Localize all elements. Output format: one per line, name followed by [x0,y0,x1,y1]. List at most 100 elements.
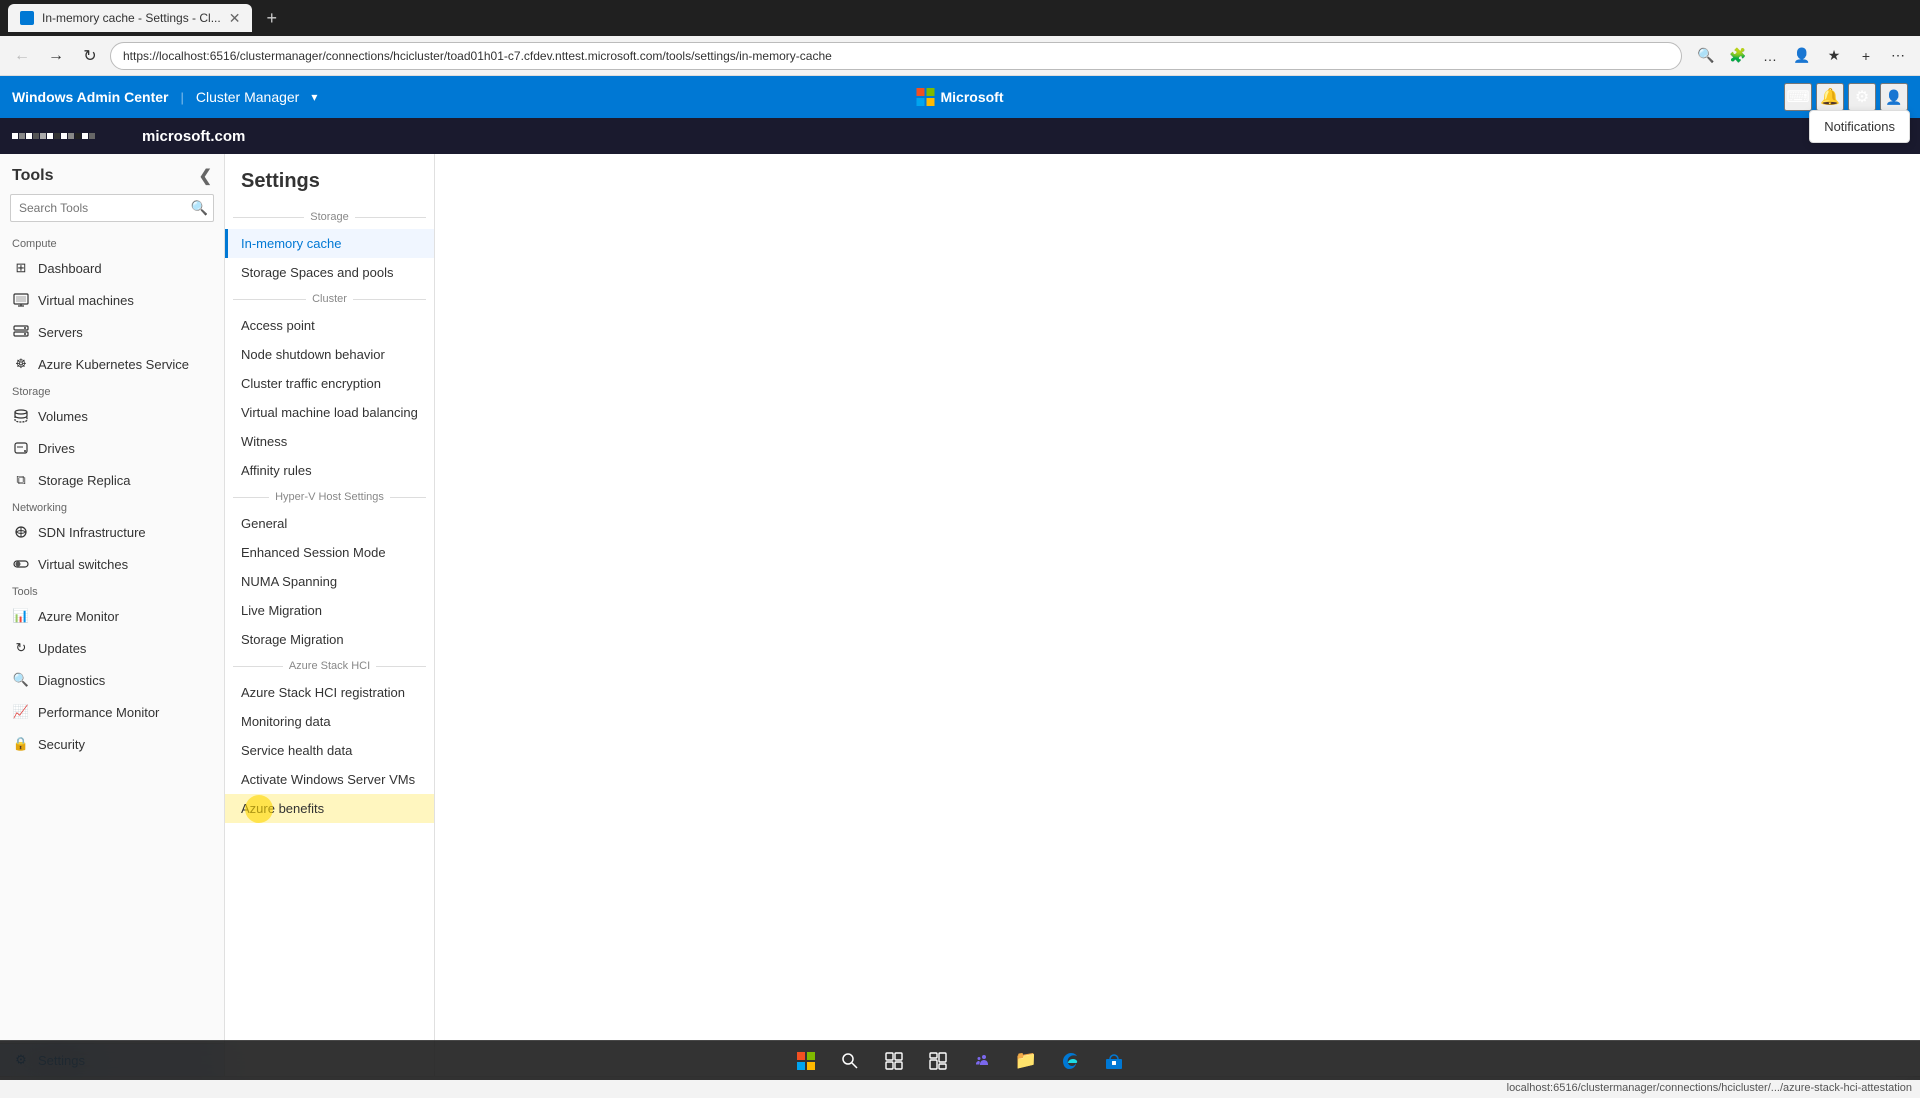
settings-nav-witness[interactable]: Witness [225,427,434,456]
settings-nav-azure-stack-reg[interactable]: Azure Stack HCI registration [225,678,434,707]
settings-nav-storage-spaces[interactable]: Storage Spaces and pools [225,258,434,287]
sidebar-item-volumes[interactable]: Volumes [0,400,224,432]
settings-nav-vm-load-balancing[interactable]: Virtual machine load balancing [225,398,434,427]
azure-stack-settings-label: Azure Stack HCI [233,654,426,678]
app-bar: Windows Admin Center | Cluster Manager ▾… [0,76,1920,118]
active-tab[interactable]: In-memory cache - Settings - Cl... ✕ [8,4,252,32]
edge-browser-button[interactable] [1052,1043,1088,1079]
vswitches-label: Virtual switches [38,557,128,572]
sidebar-item-azure-monitor[interactable]: 📊 Azure Monitor [0,600,224,632]
sdn-icon [12,523,30,541]
settings-nav-numa-spanning[interactable]: NUMA Spanning [225,567,434,596]
settings-nav-enhanced-session[interactable]: Enhanced Session Mode [225,538,434,567]
microsoft-store-button[interactable] [1096,1043,1132,1079]
settings-nav-storage-migration[interactable]: Storage Migration [225,625,434,654]
sidebar-item-storage-replica[interactable]: ⧉ Storage Replica [0,464,224,496]
cluster-settings-label: Cluster [233,287,426,311]
microsoft-icon [917,88,935,106]
settings-nav-cluster-traffic[interactable]: Cluster traffic encryption [225,369,434,398]
sidebar-item-azure-kubernetes[interactable]: ☸ Azure Kubernetes Service [0,348,224,380]
networking-section-label: Networking [0,496,224,516]
back-button[interactable]: ← [8,42,36,70]
sidebar-item-virtual-switches[interactable]: Virtual switches [0,548,224,580]
settings-nav-azure-benefits[interactable]: Azure benefits [225,794,434,823]
azure-monitor-label: Azure Monitor [38,609,119,624]
settings-nav-affinity-rules[interactable]: Affinity rules [225,456,434,485]
profile-icon[interactable]: 👤 [1788,42,1816,70]
widgets-button[interactable] [920,1043,956,1079]
browser-toolbar: ← → ↻ 🔍 🧩 … 👤 ★ + ⋯ [0,36,1920,76]
perf-monitor-icon: 📈 [12,703,30,721]
content-panel: Settings Storage In-memory cache Storage… [225,154,1920,1076]
file-explorer-button[interactable]: 📁 [1008,1043,1044,1079]
profile-button[interactable]: 👤 [1880,83,1908,111]
vm-icon [12,291,30,309]
diagnostics-icon: 🔍 [12,671,30,689]
refresh-button[interactable]: ↻ [76,42,104,70]
vm-label: Virtual machines [38,293,134,308]
k8s-icon: ☸ [12,355,30,373]
forward-button[interactable]: → [42,42,70,70]
settings-nav-general[interactable]: General [225,509,434,538]
collections-icon[interactable]: + [1852,42,1880,70]
new-tab-button[interactable]: + [260,8,283,29]
favorites-icon[interactable]: ★ [1820,42,1848,70]
settings-page-header: Settings [225,154,434,205]
sidebar-item-servers[interactable]: Servers [0,316,224,348]
sidebar-item-drives[interactable]: Drives [0,432,224,464]
task-view-button[interactable] [876,1043,912,1079]
settings-nav-live-migration[interactable]: Live Migration [225,596,434,625]
settings-nav-monitoring-data[interactable]: Monitoring data [225,707,434,736]
dashboard-icon: ⊞ [12,259,30,277]
teams-button[interactable] [964,1043,1000,1079]
volumes-icon [12,407,30,425]
diagnostics-label: Diagnostics [38,673,105,688]
browser-menu-icon[interactable]: ⋯ [1884,42,1912,70]
cluster-manager-chevron[interactable]: ▾ [311,90,317,104]
settings-nav-activate-windows[interactable]: Activate Windows Server VMs [225,765,434,794]
sidebar-item-diagnostics[interactable]: 🔍 Diagnostics [0,664,224,696]
sidebar-item-virtual-machines[interactable]: Virtual machines [0,284,224,316]
sidebar-collapse-button[interactable]: ❮ [199,166,212,186]
more-icon[interactable]: … [1756,42,1784,70]
cluster-manager-link[interactable]: Cluster Manager [196,89,300,105]
taskbar-search-button[interactable] [832,1043,868,1079]
storage-section-label: Storage [0,380,224,400]
settings-nav-node-shutdown[interactable]: Node shutdown behavior [225,340,434,369]
terminal-button[interactable]: ⌨ [1784,83,1812,111]
search-icon[interactable]: 🔍 [1692,42,1720,70]
address-bar[interactable] [110,42,1682,70]
org-header: microsoft.com [0,118,1920,154]
tab-favicon [20,11,34,25]
sidebar-item-updates[interactable]: ↻ Updates [0,632,224,664]
hyperv-settings-label: Hyper-V Host Settings [233,485,426,509]
sidebar-item-performance-monitor[interactable]: 📈 Performance Monitor [0,696,224,728]
settings-nav-access-point[interactable]: Access point [225,311,434,340]
gear-button[interactable]: ⚙ [1848,83,1876,111]
settings-nav-service-health[interactable]: Service health data [225,736,434,765]
app-bar-separator: | [180,90,183,105]
sidebar-item-sdn[interactable]: SDN Infrastructure [0,516,224,548]
sidebar-item-security[interactable]: 🔒 Security [0,728,224,760]
storage-replica-icon: ⧉ [12,471,30,489]
main-layout: Tools ❮ 🔍 Compute ⊞ Dashboard Virtual ma… [0,154,1920,1076]
azure-monitor-icon: 📊 [12,607,30,625]
sidebar-header: Tools ❮ [0,154,224,194]
search-icon: 🔍 [191,200,208,217]
search-tools-input[interactable] [10,194,214,222]
bell-button[interactable]: 🔔 [1816,83,1844,111]
servers-icon [12,323,30,341]
toolbar-icons: 🔍 🧩 … 👤 ★ + ⋯ [1692,42,1912,70]
org-domain: microsoft.com [142,128,245,145]
extensions-icon[interactable]: 🧩 [1724,42,1752,70]
drives-icon [12,439,30,457]
settings-nav-in-memory-cache[interactable]: In-memory cache [225,229,434,258]
search-box-container: 🔍 [10,194,214,222]
tab-close-button[interactable]: ✕ [229,10,241,27]
security-label: Security [38,737,85,752]
perf-monitor-label: Performance Monitor [38,705,159,720]
browser-chrome: In-memory cache - Settings - Cl... ✕ + [0,0,1920,36]
start-button[interactable] [788,1043,824,1079]
sidebar-item-dashboard[interactable]: ⊞ Dashboard [0,252,224,284]
status-url: localhost:6516/clustermanager/connection… [1507,1082,1912,1094]
